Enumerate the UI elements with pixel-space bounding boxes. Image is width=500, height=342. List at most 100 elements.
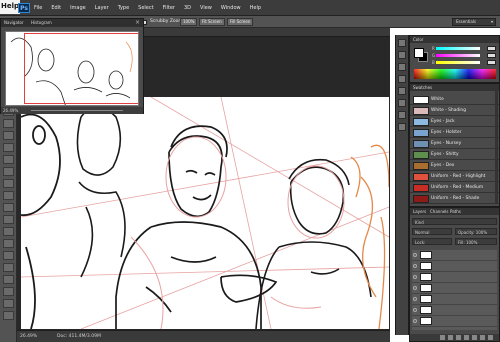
color-spectrum[interactable] [414, 69, 496, 79]
green-slider[interactable]: G [432, 53, 482, 58]
tool-button[interactable] [2, 167, 14, 176]
swatch-item[interactable]: Eyes - Dex [410, 161, 499, 171]
layer-row[interactable] [412, 305, 497, 316]
status-zoom[interactable]: 26.49% [20, 334, 37, 339]
menu-type[interactable]: Type [118, 5, 129, 11]
blue-slider[interactable]: B [432, 60, 482, 65]
status-doc-info[interactable]: Doc: 411.4M/3.09M [57, 334, 101, 339]
tool-button[interactable] [2, 191, 14, 200]
trash-icon[interactable] [488, 335, 493, 340]
swatch-item[interactable]: White - Shading [410, 106, 499, 116]
folder-icon[interactable] [472, 335, 477, 340]
tool-button[interactable] [2, 215, 14, 224]
layer-row[interactable] [412, 294, 497, 305]
link-icon[interactable] [440, 335, 445, 340]
color-panel-title[interactable]: Color [413, 37, 423, 42]
close-icon[interactable]: × [135, 19, 140, 26]
fill-screen-button[interactable]: Fill Screen [227, 18, 254, 26]
fit-screen-button[interactable]: Fit Screen [199, 18, 225, 26]
tool-button[interactable] [2, 251, 14, 260]
swatch-item[interactable]: Eyes - Nursey [410, 139, 499, 149]
panel-icon[interactable] [398, 39, 406, 47]
menu-file[interactable]: File [34, 5, 42, 11]
menu-view[interactable]: View [200, 5, 212, 11]
tab-paths[interactable]: Paths [450, 209, 461, 214]
swatch-item[interactable]: Uniform - Red - Medium [410, 183, 499, 193]
adjustment-icon[interactable] [464, 335, 469, 340]
tool-button[interactable] [2, 311, 14, 320]
tool-button[interactable] [2, 299, 14, 308]
new-layer-icon[interactable] [480, 335, 485, 340]
panel-icon[interactable] [398, 51, 406, 59]
panel-icon[interactable] [398, 111, 406, 119]
swatch-item[interactable]: Uniform - Red - Highlight [410, 172, 499, 182]
swatch-item[interactable]: Eyes - Shitty [410, 150, 499, 160]
navigator-thumbnail[interactable] [5, 31, 139, 106]
zoom-100-button[interactable]: 100% [180, 18, 198, 26]
tab-navigator[interactable]: Navigator [4, 20, 24, 25]
layer-row[interactable] [412, 272, 497, 283]
tab-histogram[interactable]: Histogram [31, 20, 52, 25]
swatches-scrollbar[interactable] [495, 91, 498, 203]
panel-icon[interactable] [398, 75, 406, 83]
layer-filter-kind[interactable]: Kind [412, 218, 497, 225]
mask-icon[interactable] [456, 335, 461, 340]
opacity-field[interactable]: Opacity: 100% [455, 228, 497, 235]
foreground-color-swatch[interactable] [414, 48, 424, 58]
panel-icon[interactable] [398, 123, 406, 131]
eye-icon[interactable] [413, 308, 417, 312]
swatch-item[interactable]: White [410, 95, 499, 105]
red-slider[interactable]: R [432, 46, 482, 51]
navigator-zoom-value[interactable]: 26.49% [3, 108, 18, 113]
navigator-zoom-slider[interactable] [31, 110, 123, 111]
eye-icon[interactable] [413, 275, 417, 279]
panel-icon[interactable] [398, 63, 406, 71]
tab-channels[interactable]: Channels [430, 209, 449, 214]
swatch-item[interactable]: Uniform - Red - Shade [410, 194, 499, 204]
eye-icon[interactable] [413, 297, 417, 301]
tool-button[interactable] [2, 119, 14, 128]
navigator-view-box[interactable] [24, 33, 138, 104]
tool-button[interactable] [2, 275, 14, 284]
layer-row[interactable] [412, 250, 497, 261]
eye-icon[interactable] [413, 264, 417, 268]
tool-button[interactable] [2, 155, 14, 164]
lock-options[interactable]: Lock: [412, 238, 452, 245]
blend-mode-dropdown[interactable]: Normal [412, 228, 452, 235]
swatch-item[interactable]: Eyes - Holster [410, 128, 499, 138]
menu-edit[interactable]: Edit [51, 5, 61, 11]
tool-button[interactable] [2, 143, 14, 152]
eye-icon[interactable] [413, 286, 417, 290]
layer-row[interactable] [412, 316, 497, 327]
blue-value-input[interactable] [487, 60, 496, 65]
red-value-input[interactable] [487, 46, 496, 51]
tool-button[interactable] [2, 287, 14, 296]
tool-button[interactable] [2, 131, 14, 140]
tool-button[interactable] [2, 227, 14, 236]
menu-window[interactable]: Window [221, 5, 241, 11]
tool-button[interactable] [2, 203, 14, 212]
workspace-dropdown[interactable]: Essentials [452, 18, 496, 26]
drawing-canvas[interactable] [21, 97, 389, 329]
tab-layers[interactable]: Layers [413, 209, 426, 214]
layer-row[interactable] [412, 261, 497, 272]
swatch-item[interactable]: Eyes - Jack [410, 117, 499, 127]
menu-layer[interactable]: Layer [95, 5, 109, 11]
tool-button[interactable] [2, 263, 14, 272]
eye-icon[interactable] [413, 253, 417, 257]
menu-image[interactable]: Image [70, 5, 86, 11]
menu-3d[interactable]: 3D [184, 5, 191, 11]
green-value-input[interactable] [487, 53, 496, 58]
menu-select[interactable]: Select [138, 5, 153, 11]
layer-row[interactable] [412, 283, 497, 294]
tool-button[interactable] [2, 239, 14, 248]
menu-filter[interactable]: Filter [163, 5, 175, 11]
tool-button[interactable] [2, 179, 14, 188]
fx-icon[interactable] [448, 335, 453, 340]
fill-field[interactable]: Fill: 100% [455, 238, 497, 245]
panel-icon[interactable] [398, 87, 406, 95]
panel-icon[interactable] [398, 99, 406, 107]
swatches-panel-title[interactable]: Swatches [413, 85, 432, 90]
eye-icon[interactable] [413, 319, 417, 323]
menu-help[interactable]: Help [250, 5, 261, 11]
